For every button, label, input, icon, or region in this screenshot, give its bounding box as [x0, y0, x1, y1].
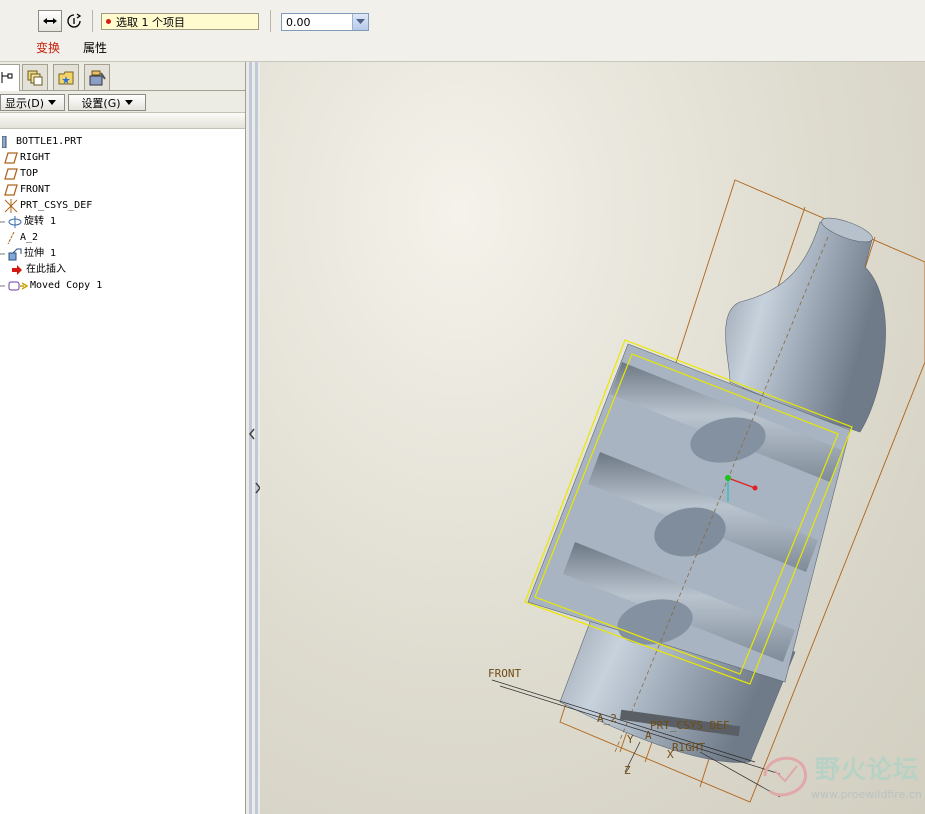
datum-plane-icon	[4, 167, 18, 181]
csys-label-y: Y	[627, 733, 634, 746]
move-arrows-icon	[43, 18, 57, 24]
tree-item-label: BOTTLE1.PRT	[16, 136, 83, 147]
datum-label-front[interactable]: FRONT	[488, 667, 521, 680]
extrude-icon	[8, 247, 22, 261]
tree-item-label: 拉伸 1	[24, 248, 57, 259]
tab-connections[interactable]	[84, 64, 110, 90]
tree-item-right[interactable]: RIGHT	[4, 150, 50, 166]
moved-copy-icon	[8, 279, 28, 293]
tree-item-label: RIGHT	[20, 152, 51, 163]
tree-item-insert-here[interactable]: 在此插入	[10, 262, 66, 278]
revolve-icon	[8, 215, 22, 229]
tab-folder-browser[interactable]	[53, 64, 79, 90]
csys-label-x: X	[667, 748, 674, 761]
tree-item-label: TOP	[20, 168, 39, 179]
datum-label-a2[interactable]: A_2	[597, 712, 617, 725]
tab-layers[interactable]	[22, 64, 48, 90]
selection-text: 选取 1 个项目	[116, 15, 185, 29]
chevron-down-icon[interactable]	[352, 14, 368, 30]
csys-icon	[4, 199, 18, 213]
value-dropdown[interactable]: 0.00	[281, 13, 369, 31]
tree-column-header[interactable]	[0, 113, 245, 129]
selection-dot-icon	[106, 19, 111, 24]
tree-item-moved-copy[interactable]: Moved Copy 1	[0, 278, 102, 294]
tree-item-csys[interactable]: PRT_CSYS_DEF	[4, 198, 92, 214]
watermark-title: 野火论坛	[815, 755, 920, 784]
tab-model-tree[interactable]	[0, 64, 20, 91]
tree-item-part[interactable]: BOTTLE1.PRT	[0, 134, 82, 150]
settings-menu-button[interactable]: 设置(G)	[68, 94, 146, 111]
model-3d-view[interactable]	[260, 62, 925, 814]
expand-icon[interactable]	[0, 279, 6, 293]
tree-item-extrude[interactable]: 拉伸 1	[0, 246, 56, 262]
tree-item-label: PRT_CSYS_DEF	[20, 200, 93, 211]
tree-item-label: 旋转 1	[24, 216, 57, 227]
watermark-logo-icon	[763, 756, 807, 797]
tree-item-label: Moved Copy 1	[30, 280, 103, 291]
expand-icon[interactable]	[0, 215, 6, 229]
tree-icon	[1, 72, 13, 83]
value-text: 0.00	[286, 15, 311, 29]
expand-icon[interactable]	[0, 247, 6, 261]
part-icon	[0, 135, 14, 149]
tree-item-axis[interactable]: A_2	[4, 230, 38, 246]
show-menu-button[interactable]: 显示(D)	[0, 94, 65, 111]
navigator-tabs	[0, 62, 245, 91]
tree-item-front[interactable]: FRONT	[4, 182, 50, 198]
tree-item-top[interactable]: TOP	[4, 166, 38, 182]
insert-arrow-icon	[10, 263, 24, 277]
tab-transform[interactable]: 变换	[36, 39, 60, 56]
datum-label-csys[interactable]: PRT_CSYS_DEF	[650, 719, 729, 732]
caret-down-icon	[124, 100, 133, 105]
csys-label-z: Z	[624, 764, 631, 777]
folder-star-icon	[58, 71, 74, 84]
graphics-window[interactable]: FRONT A_2 PRT_CSYS_DEF Y A RIGHT Z X 野火论…	[260, 62, 925, 814]
toolbar-separator	[270, 10, 271, 32]
watermark-url: www.proewildfire.cn	[811, 788, 922, 801]
csys-label-a: A	[645, 729, 652, 742]
datum-label-right[interactable]: RIGHT	[672, 741, 705, 754]
tree-item-label: A_2	[20, 232, 39, 243]
axis-icon	[4, 231, 18, 245]
dashboard: 选取 1 个项目 0.00 变换 属性	[0, 0, 925, 62]
caret-down-icon	[48, 100, 57, 105]
datum-plane-icon	[4, 151, 18, 165]
selection-collector[interactable]: 选取 1 个项目	[101, 13, 259, 30]
app-window: 选取 1 个项目 0.00 变换 属性 显示(D) 设置(G) BOTTLE1.…	[0, 0, 925, 814]
tree-item-label: 在此插入	[26, 264, 66, 275]
tab-properties[interactable]: 属性	[83, 39, 107, 56]
rotate-button[interactable]	[62, 10, 86, 32]
show-label: 显示(D)	[5, 96, 45, 110]
tree-item-revolve[interactable]: 旋转 1	[0, 214, 56, 230]
watermark: 野火论坛 www.proewildfire.cn	[763, 746, 925, 806]
collapse-left-icon[interactable]	[248, 428, 256, 440]
navigator-panel: 显示(D) 设置(G) BOTTLE1.PRT RIGHT TOP FRONT …	[0, 62, 245, 814]
tree-item-label: FRONT	[20, 184, 51, 195]
datum-plane-icon	[4, 183, 18, 197]
move-button[interactable]	[38, 10, 62, 32]
navigator-toolbar: 显示(D) 设置(G)	[0, 91, 245, 113]
toolbar-separator	[92, 10, 93, 32]
settings-label: 设置(G)	[81, 96, 121, 110]
rotate-icon	[67, 13, 82, 28]
tools-icon	[89, 70, 106, 85]
layers-icon	[27, 70, 43, 85]
